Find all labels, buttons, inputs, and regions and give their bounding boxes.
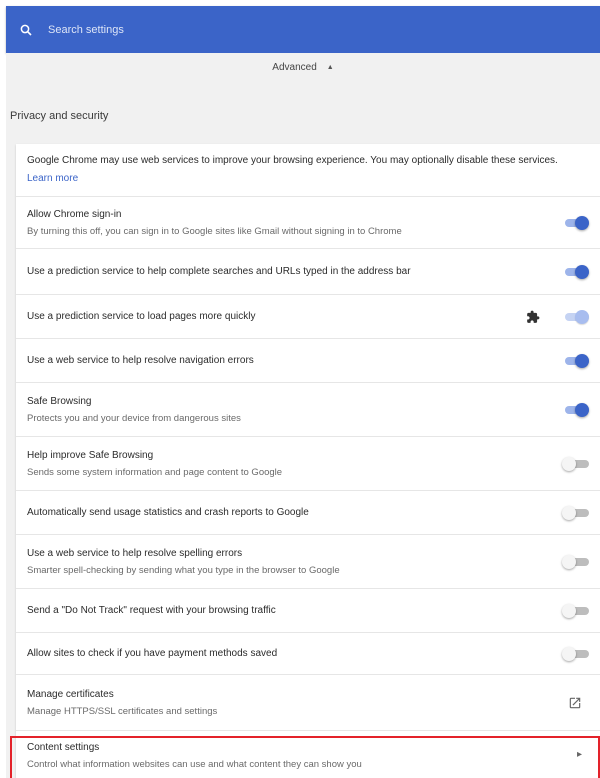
setting-row-improve-safe-browsing[interactable]: Help improve Safe Browsing Sends some sy… <box>16 436 600 490</box>
advanced-toggle[interactable]: Advanced ▲ <box>6 57 600 77</box>
setting-row-navigation-errors[interactable]: Use a web service to help resolve naviga… <box>16 338 600 382</box>
chevron-right-icon[interactable]: ▸ <box>577 749 582 760</box>
setting-description: Sends some system information and page c… <box>27 466 283 478</box>
search-box[interactable] <box>20 6 528 53</box>
chrome-sign-in-toggle[interactable] <box>562 215 589 230</box>
setting-row-manage-certificates[interactable]: Manage certificates Manage HTTPS/SSL cer… <box>16 674 600 730</box>
search-toolbar <box>6 6 600 53</box>
usage-statistics-toggle[interactable] <box>562 505 589 520</box>
setting-row-chrome-sign-in[interactable]: Allow Chrome sign-in By turning this off… <box>16 196 600 248</box>
learn-more-link[interactable]: Learn more <box>27 173 78 184</box>
intro-text: Google Chrome may use web services to im… <box>27 155 558 166</box>
setting-description: Control what information websites can us… <box>27 759 362 770</box>
section-title: Privacy and security <box>10 110 109 122</box>
search-prediction-toggle[interactable] <box>562 264 589 279</box>
collapse-arrow-icon: ▲ <box>326 63 334 71</box>
advanced-label: Advanced <box>272 61 317 73</box>
setting-row-usage-statistics[interactable]: Automatically send usage statistics and … <box>16 490 600 534</box>
setting-row-payment-methods[interactable]: Allow sites to check if you have payment… <box>16 632 600 674</box>
setting-title: Use a prediction service to load pages m… <box>27 310 256 322</box>
setting-row-safe-browsing[interactable]: Safe Browsing Protects you and your devi… <box>16 382 600 436</box>
setting-description: Protects you and your device from danger… <box>27 412 241 424</box>
setting-title: Allow Chrome sign-in <box>27 208 122 220</box>
safe-browsing-toggle[interactable] <box>562 402 589 417</box>
payment-methods-toggle[interactable] <box>562 646 589 661</box>
setting-title: Automatically send usage statistics and … <box>27 506 309 518</box>
intro-row: Google Chrome may use web services to im… <box>16 144 600 196</box>
search-input[interactable] <box>48 15 528 44</box>
setting-title: Allow sites to check if you have payment… <box>27 647 278 659</box>
setting-title: Manage certificates <box>27 688 114 700</box>
setting-row-page-prediction[interactable]: Use a prediction service to load pages m… <box>16 294 600 338</box>
setting-title: Send a "Do Not Track" request with your … <box>27 604 276 616</box>
puzzle-piece-icon[interactable] <box>526 310 540 324</box>
external-link-icon[interactable] <box>568 696 582 710</box>
improve-safe-browsing-toggle[interactable] <box>562 456 589 471</box>
setting-title: Use a web service to help resolve naviga… <box>27 354 254 366</box>
setting-row-content-settings[interactable]: Content settings Control what informatio… <box>16 730 600 778</box>
page-prediction-toggle <box>562 309 589 324</box>
setting-title: Help improve Safe Browsing <box>27 449 154 461</box>
navigation-errors-toggle[interactable] <box>562 353 589 368</box>
setting-row-search-prediction[interactable]: Use a prediction service to help complet… <box>16 248 600 294</box>
search-icon <box>20 24 32 36</box>
setting-description: Smarter spell-checking by sending what y… <box>27 564 340 576</box>
privacy-settings-card: Google Chrome may use web services to im… <box>16 144 600 778</box>
setting-description: By turning this off, you can sign in to … <box>27 225 402 237</box>
setting-row-spelling[interactable]: Use a web service to help resolve spelli… <box>16 534 600 588</box>
setting-description: Manage HTTPS/SSL certificates and settin… <box>27 705 218 717</box>
setting-title: Safe Browsing <box>27 395 92 407</box>
setting-title: Use a web service to help resolve spelli… <box>27 547 243 559</box>
settings-page: Advanced ▲ Privacy and security Google C… <box>6 53 600 778</box>
spelling-toggle[interactable] <box>562 554 589 569</box>
setting-title: Content settings <box>27 742 100 753</box>
setting-title: Use a prediction service to help complet… <box>27 265 411 277</box>
do-not-track-toggle[interactable] <box>562 603 589 618</box>
setting-row-do-not-track[interactable]: Send a "Do Not Track" request with your … <box>16 588 600 632</box>
